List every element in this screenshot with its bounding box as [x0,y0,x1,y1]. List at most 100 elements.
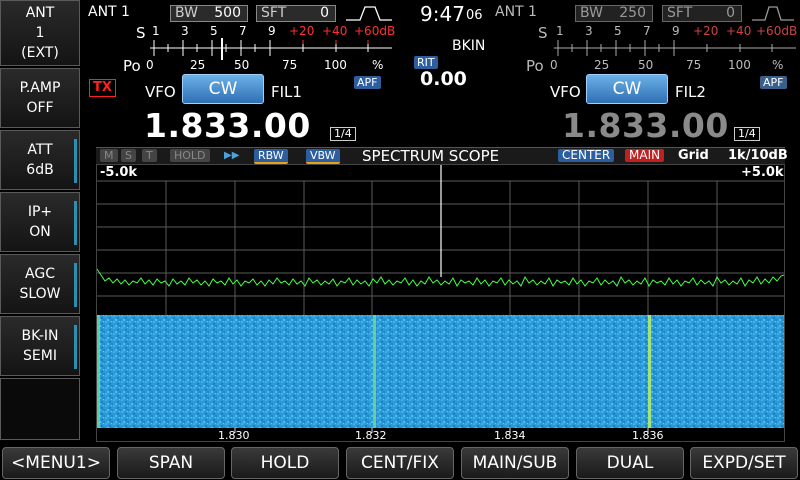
clock-seconds: 06 [466,8,483,23]
agc-value: SLOW [19,286,61,302]
scope-hold-flag: HOLD [170,149,210,162]
sub-po-tick-75: 75 [686,58,702,72]
main-vfo-label: VFO [145,83,176,101]
rit-value[interactable]: 0.00 [420,68,467,90]
scope-flag-m: M [100,149,118,162]
main-s-over-60: +60dB [354,24,396,38]
main-mode-button[interactable]: CW [182,74,264,104]
sub-po-label: Po [526,57,544,75]
sub-filter-label[interactable]: FIL2 [675,83,706,101]
sub-po-tick-0: 0 [550,58,558,72]
scope-center-mode[interactable]: CENTER [558,149,615,162]
dual-button[interactable]: DUAL [576,447,684,479]
expd-set-button[interactable]: EXPD/SET [690,447,798,479]
sub-sft-box[interactable]: SFT 0 [662,5,742,22]
pamp-value: OFF [26,100,54,116]
scope-flag-s: S [121,149,136,162]
main-sft-value: 0 [320,5,329,21]
sub-sft-label: SFT [667,5,693,21]
scope-flag-t: T [142,149,157,162]
scope-play-icon: ▶▶ [224,150,240,161]
sub-po-tick-100: 100 [728,58,751,72]
sub-po-unit: % [772,58,784,72]
ant-button[interactable]: ANT 1 (EXT) [0,0,80,66]
sub-meter-scale [554,40,796,56]
main-sub-button[interactable]: MAIN/SUB [461,447,569,479]
main-sft-box[interactable]: SFT 0 [256,5,336,22]
sub-bw-value: 250 [619,5,646,21]
menu1-button[interactable]: <MENU1> [2,447,110,479]
sub-filter-shape-icon [752,6,794,21]
tx-badge: TX [89,79,116,97]
sub-s-over-60: +60dB [756,24,798,38]
sub-s-label: S [538,24,548,42]
clock-time: 9:47 [420,2,465,26]
main-frequency[interactable]: 1.833.00 [144,106,311,145]
main-po-tick-100: 100 [324,58,347,72]
agc-active-indicator [74,263,77,307]
sub-po-tick-50: 50 [638,58,654,72]
main-bw-value: 500 [214,5,241,21]
sub-sft-value: 0 [726,5,735,21]
att-label: ATT [27,142,53,158]
scope-vbw[interactable]: VBW [306,149,340,164]
pamp-label: P.AMP [19,80,61,96]
scope-spectrum [97,165,784,433]
main-po-unit: % [372,58,384,72]
scope-title: SPECTRUM SCOPE [362,147,500,165]
sub-mode-button[interactable]: CW [586,74,668,104]
main-bw-box[interactable]: BW 500 [170,5,248,22]
main-s-tick-1: 1 [152,24,160,38]
sub-s-tick-5: 5 [614,24,622,38]
pamp-button[interactable]: P.AMP OFF [0,68,80,128]
att-active-indicator [74,139,77,183]
hold-button[interactable]: HOLD [231,447,339,479]
sub-bw-label: BW [580,5,603,21]
main-s-tick-3: 3 [181,24,189,38]
sub-step: 1/4 [734,127,760,141]
ipplus-value: ON [29,224,51,240]
sub-s-tick-1: 1 [556,24,564,38]
ant-type: (EXT) [21,45,59,61]
agc-button[interactable]: AGC SLOW [0,254,80,314]
scope-freq-label-1834: 1.834 [494,429,526,442]
main-po-label: Po [123,57,141,75]
sub-frequency[interactable]: 1.833.00 [562,106,729,145]
att-value: 6dB [26,162,54,178]
bkin-indicator: BKIN [452,38,486,54]
main-filter-shape-icon [346,6,392,21]
main-meter-scale [150,38,392,60]
sub-apf-badge[interactable]: APF [760,76,787,89]
sub-s-over-20: +20 [693,24,719,38]
main-po-tick-50: 50 [234,58,250,72]
ant-label: ANT [25,5,55,21]
sub-s-over-40: +40 [726,24,752,38]
scope-main-badge[interactable]: MAIN [625,149,665,162]
cent-fix-button[interactable]: CENT/FIX [346,447,454,479]
main-filter-label[interactable]: FIL1 [271,83,302,101]
scope-rbw[interactable]: RBW [254,149,288,164]
scope-freq-label-1832: 1.832 [355,429,387,442]
main-s-tick-7: 7 [239,24,247,38]
ipplus-button[interactable]: IP+ ON [0,192,80,252]
bkin-button[interactable]: BK-IN SEMI [0,316,80,376]
main-po-tick-0: 0 [146,58,154,72]
main-ant-label: ANT 1 [88,4,130,20]
main-po-tick-25: 25 [190,58,206,72]
sub-bw-box[interactable]: BW 250 [575,5,653,22]
sidebar-empty-slot [0,378,80,440]
bkin-value: SEMI [23,348,57,364]
main-apf-badge[interactable]: APF [354,76,381,89]
main-s-tick-5: 5 [210,24,218,38]
ipplus-label: IP+ [27,204,53,220]
agc-label: AGC [25,266,55,282]
sub-s-tick-7: 7 [643,24,651,38]
att-button[interactable]: ATT 6dB [0,130,80,190]
sub-s-tick-9: 9 [672,24,680,38]
main-s-tick-9: 9 [268,24,276,38]
bkin-label: BK-IN [21,328,59,344]
span-button[interactable]: SPAN [117,447,225,479]
main-step: 1/4 [330,127,356,141]
main-sft-label: SFT [261,5,287,21]
main-bw-label: BW [175,5,198,21]
